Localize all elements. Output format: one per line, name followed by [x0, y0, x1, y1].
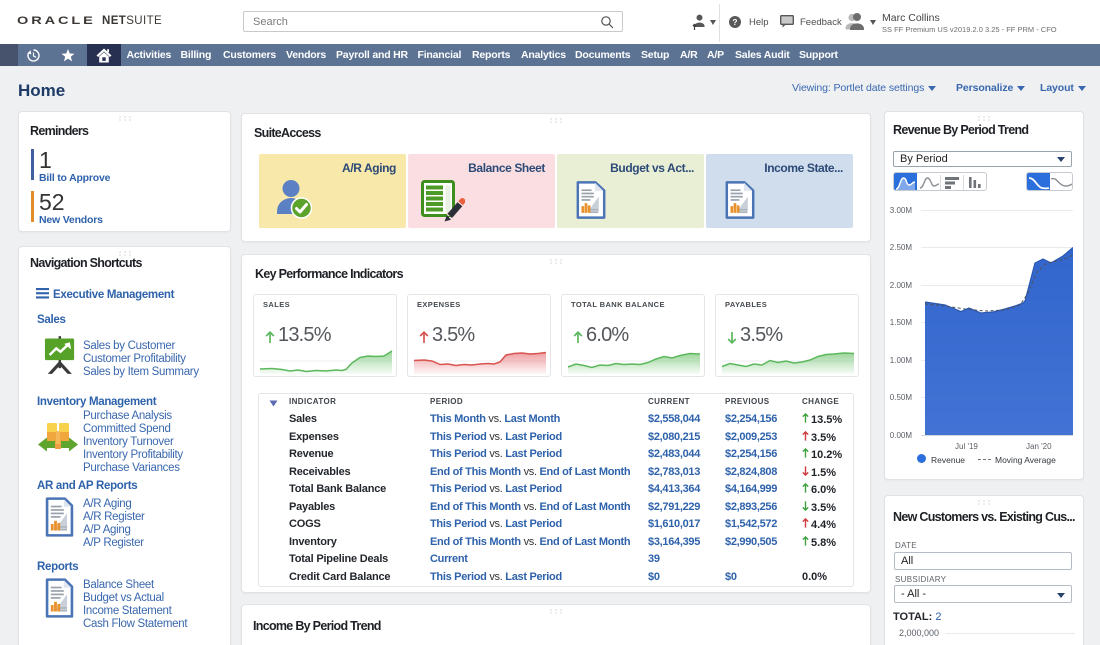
svg-text:?: ? — [732, 17, 737, 27]
